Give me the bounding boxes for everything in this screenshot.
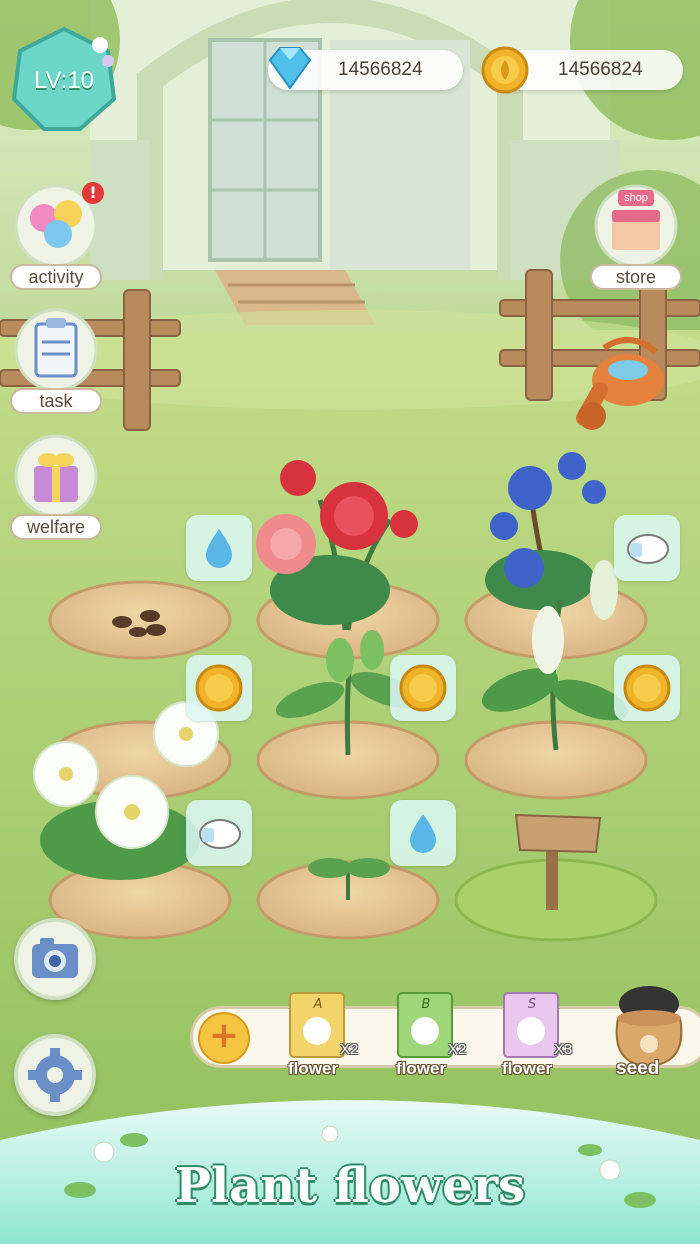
seed-bag-label: seed xyxy=(616,1058,660,1079)
game-scene: LV:10 14566824 14566824 ! activity task … xyxy=(0,0,700,1244)
settings-button[interactable] xyxy=(14,1034,96,1116)
activity-button[interactable]: ! activity xyxy=(10,182,104,290)
store-label: store xyxy=(590,264,682,290)
coin-icon xyxy=(195,664,243,712)
seed-label: flower xyxy=(288,1059,339,1078)
glove-icon xyxy=(627,534,669,564)
store-button[interactable]: shop store xyxy=(590,182,682,290)
seed-label: flower xyxy=(396,1059,447,1078)
seed-bag-icon xyxy=(615,986,683,1068)
seed-label: flower xyxy=(502,1059,553,1078)
seed-pack-letter: B xyxy=(421,997,431,1012)
alert-badge: ! xyxy=(82,182,104,204)
gear-icon xyxy=(28,1048,82,1102)
seed-pack-a[interactable]: A X2 flower xyxy=(288,985,368,1085)
camera-button[interactable] xyxy=(14,918,96,1000)
camera-icon xyxy=(32,938,78,978)
seed-bag-button[interactable]: seed xyxy=(604,978,694,1086)
task-button[interactable]: task xyxy=(10,306,102,414)
gift-icon xyxy=(14,434,98,518)
task-label: task xyxy=(10,388,102,414)
diamond-icon xyxy=(268,47,312,90)
coin-icon xyxy=(399,664,447,712)
seed-pack-letter: S xyxy=(527,997,537,1012)
seed-pack-letter: A xyxy=(313,997,323,1012)
clipboard-icon xyxy=(14,308,98,392)
coin-value: 14566824 xyxy=(558,59,643,80)
seed-pack-b[interactable]: B X2 flower xyxy=(396,985,476,1085)
coin-bubble-2[interactable] xyxy=(390,655,456,721)
coin-icon xyxy=(481,46,529,94)
water-bubble[interactable] xyxy=(186,515,252,581)
harvest-hand-bubble-2[interactable] xyxy=(186,800,252,866)
water-drop-icon xyxy=(206,529,232,568)
add-seed-button[interactable]: + xyxy=(198,1012,250,1064)
glove-icon xyxy=(199,819,241,849)
seed-count: X2 xyxy=(340,1041,359,1058)
gem-value: 14566824 xyxy=(338,59,423,80)
coin-bubble-3[interactable] xyxy=(614,655,680,721)
banner-title: Plant flowers xyxy=(174,1158,526,1214)
seed-count: X3 xyxy=(554,1041,573,1058)
plus-icon: + xyxy=(208,1015,240,1056)
coin-icon xyxy=(623,664,671,712)
water-bubble-2[interactable] xyxy=(390,800,456,866)
harvest-hand-bubble[interactable] xyxy=(614,515,680,581)
level-label: LV:10 xyxy=(33,67,95,94)
coin-bubble-1[interactable] xyxy=(186,655,252,721)
gem-counter[interactable]: 14566824 xyxy=(268,47,463,90)
seed-count: X2 xyxy=(448,1041,467,1058)
coin-counter[interactable]: 14566824 xyxy=(481,46,683,94)
shop-sign-label: shop xyxy=(624,192,648,204)
seed-pack-s[interactable]: S X3 flower xyxy=(502,985,582,1085)
welfare-button[interactable]: welfare xyxy=(10,432,102,540)
activity-label: activity xyxy=(10,264,102,290)
welfare-label: welfare xyxy=(10,514,102,540)
water-drop-icon xyxy=(410,814,436,853)
level-badge[interactable]: LV:10 xyxy=(8,25,120,133)
